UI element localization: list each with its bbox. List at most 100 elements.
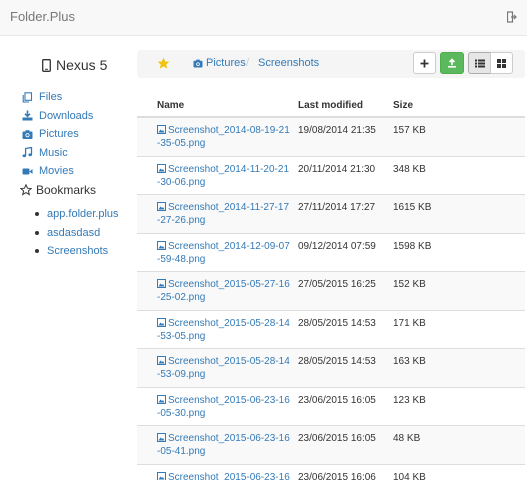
file-name: Screenshot_2015-05-28-14-53-09.png	[157, 356, 290, 380]
table-row[interactable]: Screenshot_2014-12-09-07-59-48.png 09/12/…	[137, 234, 525, 272]
mobile-phone-icon	[42, 58, 51, 72]
sidebar-item-label: Files	[39, 91, 63, 104]
file-size: 123 KB	[393, 394, 426, 406]
bookmark-star-icon[interactable]	[157, 57, 170, 70]
file-size: 1615 KB	[393, 202, 432, 213]
file-modified: 28/05/2015 14:53	[298, 317, 376, 329]
image-file-icon	[157, 279, 166, 288]
breadcrumb-separator: /	[246, 57, 250, 69]
file-name: Screenshot_2014-11-27-17-27-26.png	[157, 202, 290, 226]
image-file-icon	[157, 240, 166, 250]
file-name-link[interactable]: Screenshot_2014-08-19-21-35-05.png	[157, 124, 292, 150]
plus-icon	[420, 59, 429, 67]
file-name: Screenshot_2015-06-23-16-05-30.png	[157, 394, 290, 419]
image-file-icon	[157, 433, 166, 442]
table-row[interactable]: Screenshot_2015-06-23-16- 23/06/2015 16:0…	[137, 465, 525, 480]
device-header: Nexus 5	[42, 57, 107, 73]
column-header-name[interactable]: Name	[157, 100, 184, 111]
files-icon	[22, 92, 33, 103]
star-outline-icon	[20, 184, 32, 196]
file-name-link[interactable]: Screenshot_2015-06-23-16-05-41.png	[157, 432, 292, 458]
file-name: Screenshot_2014-08-19-21-35-05.png	[157, 125, 290, 149]
list-view-icon	[474, 59, 485, 67]
file-modified: 23/06/2015 16:05	[298, 433, 376, 444]
sidebar-item-label: Movies	[39, 165, 74, 178]
grid-view-icon	[497, 58, 506, 68]
sidebar-item-pictures[interactable]: Pictures	[22, 125, 93, 144]
file-size: 152 KB	[393, 279, 426, 290]
list-view-button[interactable]	[468, 52, 491, 74]
sidebar-item-files[interactable]: Files	[22, 88, 93, 107]
sidebar-item-music[interactable]: Music	[22, 144, 93, 163]
file-modified: 09/12/2014 07:59	[298, 240, 376, 252]
image-file-icon	[157, 317, 166, 327]
device-name: Nexus 5	[56, 57, 108, 73]
file-name: Screenshot_2015-06-23-16-	[168, 471, 290, 480]
file-size: 157 KB	[393, 125, 426, 136]
sidebar-nav: Files Downloads Pictures Music Movies	[22, 88, 93, 181]
file-size: 104 KB	[393, 471, 426, 480]
logout-icon[interactable]	[507, 11, 517, 23]
new-folder-button[interactable]	[413, 52, 436, 74]
bookmark-item[interactable]: app.folder.plus	[35, 205, 119, 224]
table-row[interactable]: Screenshot_2015-05-28-14-53-05.png 28/05/…	[137, 311, 525, 349]
app-brand[interactable]: Folder.Plus	[10, 9, 75, 24]
bookmarks-heading: Bookmarks	[20, 183, 96, 197]
table-row[interactable]: Screenshot_2015-05-28-14-53-09.png 28/05/…	[137, 349, 525, 388]
table-row[interactable]: Screenshot_2014-11-20-21-30-06.png 20/11/…	[137, 157, 525, 195]
breadcrumb-label: Pictures	[206, 57, 246, 69]
file-name: Screenshot_2015-05-27-16-25-02.png	[157, 279, 290, 303]
table-header: Name Last modified Size	[137, 92, 525, 118]
file-modified: 27/11/2014 17:27	[298, 202, 376, 213]
image-file-icon	[157, 356, 166, 365]
file-size: 48 KB	[393, 433, 421, 444]
table-row[interactable]: Screenshot_2014-11-27-17-27-26.png 27/11/…	[137, 195, 525, 234]
file-name-link[interactable]: Screenshot_2014-11-20-21-30-06.png	[157, 163, 292, 189]
table-row[interactable]: Screenshot_2015-05-27-16-25-02.png 27/05/…	[137, 272, 525, 311]
file-size: 1598 KB	[393, 240, 432, 252]
file-name-link[interactable]: Screenshot_2015-05-28-14-53-05.png	[157, 317, 292, 343]
sidebar-item-downloads[interactable]: Downloads	[22, 107, 93, 126]
image-file-icon	[157, 394, 166, 404]
table-row[interactable]: Screenshot_2014-08-19-21-35-05.png 19/08/…	[137, 118, 525, 157]
breadcrumb: Pictures / Screenshots	[137, 50, 525, 78]
sidebar-item-movies[interactable]: Movies	[22, 162, 93, 181]
file-size: 171 KB	[393, 317, 426, 329]
file-table: Name Last modified Size Screenshot_2014-…	[137, 92, 525, 480]
music-icon	[22, 147, 33, 158]
file-name-link[interactable]: Screenshot_2014-12-09-07-59-48.png	[157, 240, 292, 266]
grid-view-button[interactable]	[490, 52, 513, 74]
file-name: Screenshot_2014-11-20-21-30-06.png	[157, 163, 290, 188]
file-modified: 28/05/2015 14:53	[298, 356, 376, 367]
file-name-link[interactable]: Screenshot_2015-05-28-14-53-09.png	[157, 355, 292, 381]
file-name-link[interactable]: Screenshot_2014-11-27-17-27-26.png	[157, 201, 292, 227]
column-header-size[interactable]: Size	[393, 100, 413, 111]
file-size: 163 KB	[393, 356, 426, 367]
file-name-link[interactable]: Screenshot_2015-05-27-16-25-02.png	[157, 278, 292, 304]
upload-button[interactable]	[440, 52, 464, 74]
image-file-icon	[157, 125, 166, 134]
table-row[interactable]: Screenshot_2015-06-23-16-05-41.png 23/06/…	[137, 426, 525, 465]
bookmarks-list: app.folder.plus asdasdasd Screenshots	[35, 205, 119, 261]
file-modified: 20/11/2014 21:30	[298, 163, 376, 175]
sidebar-item-label: Pictures	[39, 128, 79, 141]
navbar: Folder.Plus	[0, 0, 527, 36]
file-name-link[interactable]: Screenshot_2015-06-23-16-	[157, 471, 292, 480]
breadcrumb-screenshots[interactable]: Screenshots	[258, 57, 319, 69]
upload-icon	[448, 58, 456, 68]
breadcrumb-pictures[interactable]: Pictures	[193, 57, 246, 69]
bookmark-item[interactable]: Screenshots	[35, 242, 119, 261]
image-file-icon	[157, 471, 166, 480]
file-size: 348 KB	[393, 163, 426, 175]
file-name: Screenshot_2015-05-28-14-53-05.png	[157, 317, 290, 342]
file-name: Screenshot_2014-12-09-07-59-48.png	[157, 240, 290, 265]
download-icon	[22, 110, 33, 121]
video-icon	[22, 168, 33, 175]
table-row[interactable]: Screenshot_2015-06-23-16-05-30.png 23/06/…	[137, 388, 525, 426]
bookmark-item[interactable]: asdasdasd	[35, 224, 119, 243]
table-body: Screenshot_2014-08-19-21-35-05.png 19/08/…	[137, 118, 525, 480]
column-header-modified[interactable]: Last modified	[298, 100, 363, 111]
sidebar-item-label: Downloads	[39, 109, 94, 122]
file-modified: 23/06/2015 16:06	[298, 471, 376, 480]
file-name-link[interactable]: Screenshot_2015-06-23-16-05-30.png	[157, 394, 292, 420]
